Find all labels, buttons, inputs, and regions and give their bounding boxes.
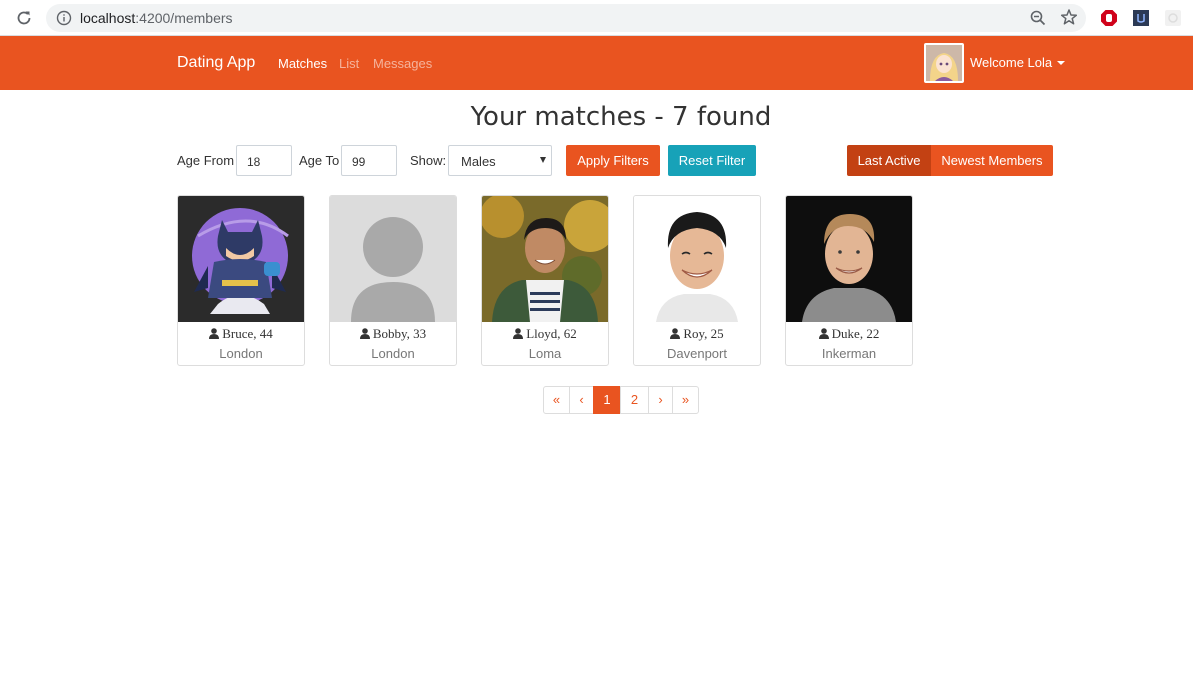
age-to-input[interactable]: 99: [341, 145, 397, 176]
url-path: :4200/members: [135, 10, 233, 26]
apply-filters-button[interactable]: Apply Filters: [566, 145, 660, 176]
member-name: Roy, 25: [683, 326, 724, 341]
member-photo[interactable]: [482, 196, 608, 322]
user-icon: [670, 328, 681, 339]
age-from-label: Age From: [177, 153, 235, 168]
reload-icon[interactable]: [13, 7, 35, 29]
member-city: Inkerman: [821, 346, 877, 361]
extension-icon[interactable]: [1164, 9, 1182, 27]
member-photo[interactable]: [634, 196, 760, 322]
member-card[interactable]: Bobby, 33 London: [329, 195, 457, 366]
member-card[interactable]: Bruce, 44 London: [177, 195, 305, 366]
member-city: London: [219, 346, 263, 361]
member-card[interactable]: Roy, 25 Davenport: [633, 195, 761, 366]
gender-select[interactable]: Males: [448, 145, 552, 176]
main-navbar: Dating App Matches List Messages Welcome…: [0, 36, 1193, 90]
pagination-next[interactable]: ›: [648, 386, 673, 414]
member-photo-placeholder[interactable]: [330, 196, 456, 322]
member-card[interactable]: Duke, 22 Inkerman: [785, 195, 913, 366]
sort-newest-members-button[interactable]: Newest Members: [931, 145, 1053, 176]
pagination-last[interactable]: »: [672, 386, 699, 414]
reset-filter-button[interactable]: Reset Filter: [668, 145, 756, 176]
member-photo[interactable]: [786, 196, 912, 322]
avatar: [924, 43, 964, 83]
zoom-out-icon[interactable]: [1029, 9, 1047, 27]
nav-messages[interactable]: Messages: [373, 56, 432, 71]
url-host: localhost: [80, 10, 136, 26]
member-city: London: [371, 346, 415, 361]
page-title: Your matches - 7 found: [470, 102, 772, 132]
user-icon: [818, 328, 829, 339]
pagination-page-2[interactable]: 2: [620, 386, 649, 414]
age-to-label: Age To: [299, 153, 340, 168]
brand-link[interactable]: Dating App: [177, 54, 255, 72]
nav-matches[interactable]: Matches: [278, 56, 327, 71]
bookmark-star-icon[interactable]: [1060, 8, 1078, 26]
member-name: Lloyd, 62: [526, 326, 577, 341]
url-text: localhost:4200/members: [80, 10, 233, 26]
member-photo[interactable]: [178, 196, 304, 322]
address-bar[interactable]: localhost:4200/members: [46, 4, 1086, 32]
info-icon[interactable]: [56, 10, 72, 26]
member-name: Bobby, 33: [372, 326, 427, 341]
chevron-down-icon[interactable]: [1057, 61, 1065, 65]
member-card[interactable]: Lloyd, 62 Loma: [481, 195, 609, 366]
pagination-first[interactable]: «: [543, 386, 570, 414]
user-menu-toggle[interactable]: Welcome Lola: [970, 55, 1052, 70]
dev-extension-icon[interactable]: [1132, 9, 1150, 27]
user-icon: [513, 328, 524, 339]
browser-toolbar: localhost:4200/members: [0, 0, 1193, 36]
pagination-prev[interactable]: ‹: [569, 386, 594, 414]
member-city: Davenport: [667, 346, 727, 361]
member-name: Bruce, 44: [222, 326, 273, 341]
member-city: Loma: [528, 346, 562, 361]
dropdown-arrow-icon: [540, 157, 546, 163]
user-icon: [359, 328, 370, 339]
adblock-extension-icon[interactable]: [1100, 9, 1118, 27]
pagination-page-1[interactable]: 1: [593, 386, 621, 414]
nav-list[interactable]: List: [339, 56, 359, 71]
age-from-input[interactable]: 18: [236, 145, 292, 176]
member-name: Duke, 22: [831, 326, 880, 341]
show-label: Show:: [410, 153, 447, 168]
gender-select-value: Males: [461, 154, 496, 169]
sort-last-active-button[interactable]: Last Active: [847, 145, 931, 176]
user-icon: [209, 328, 220, 339]
